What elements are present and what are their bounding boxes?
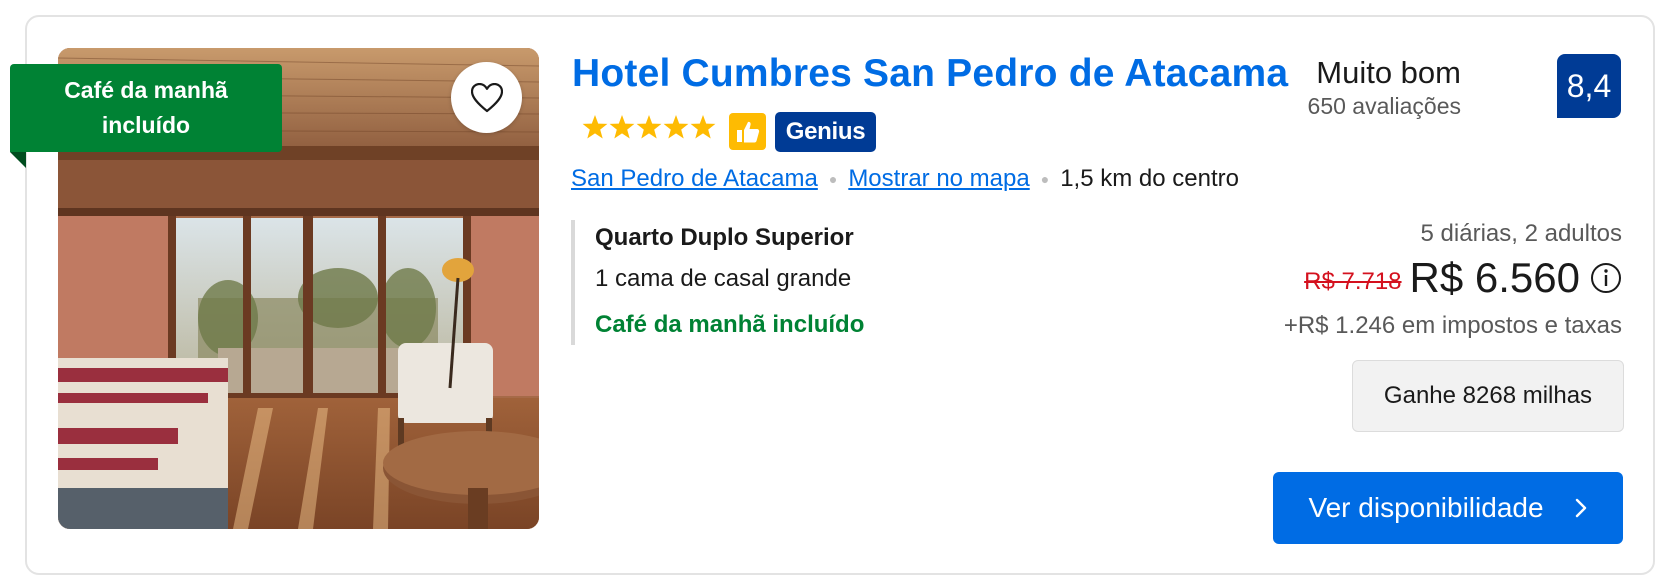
room-info: Quarto Duplo Superior 1 cama de casal gr… — [571, 220, 864, 345]
distance-text: 1,5 km do centro — [1060, 165, 1239, 192]
breakfast-ribbon: Café da manhã incluído — [10, 64, 282, 152]
review-count[interactable]: 650 avaliações — [1308, 93, 1461, 120]
thumbs-up-icon — [736, 121, 759, 142]
see-availability-button[interactable]: Ver disponibilidade — [1273, 472, 1623, 544]
info-icon[interactable] — [1590, 262, 1622, 294]
review-score-badge[interactable]: 8,4 — [1557, 54, 1621, 118]
taxes-text: +R$ 1.246 em impostos e taxas — [1283, 312, 1622, 339]
show-on-map-link[interactable]: Mostrar no mapa — [848, 165, 1029, 193]
preferred-partner-badge[interactable] — [729, 113, 766, 150]
price-row: R$ 7.718 R$ 6.560 — [1304, 254, 1622, 302]
hotel-name-link[interactable]: Hotel Cumbres San Pedro de Atacama — [572, 52, 1288, 96]
heart-icon — [470, 82, 503, 112]
room-bed: 1 cama de casal grande — [595, 265, 852, 292]
rating-word[interactable]: Muito bom — [1316, 55, 1461, 91]
separator-dot: ● — [828, 171, 838, 187]
chevron-right-icon — [1575, 498, 1586, 518]
city-link[interactable]: San Pedro de Atacama — [571, 165, 818, 193]
star-rating — [582, 114, 718, 142]
miles-badge: Ganhe 8268 milhas — [1352, 360, 1624, 432]
separator-dot: ● — [1040, 171, 1050, 187]
genius-badge[interactable]: Genius — [775, 112, 876, 152]
original-price: R$ 7.718 — [1304, 268, 1402, 295]
current-price: R$ 6.560 — [1409, 254, 1580, 301]
see-availability-label: Ver disponibilidade — [1308, 492, 1544, 523]
ribbon-tail — [10, 152, 26, 168]
room-name: Quarto Duplo Superior — [595, 224, 854, 251]
location-line: San Pedro de Atacama ● Mostrar no mapa ●… — [571, 165, 1239, 193]
five-stars-icon — [582, 115, 716, 139]
room-breakfast: Café da manhã incluído — [595, 311, 865, 338]
stay-summary: 5 diárias, 2 adultos — [1420, 220, 1622, 247]
favorite-button[interactable] — [451, 62, 522, 133]
